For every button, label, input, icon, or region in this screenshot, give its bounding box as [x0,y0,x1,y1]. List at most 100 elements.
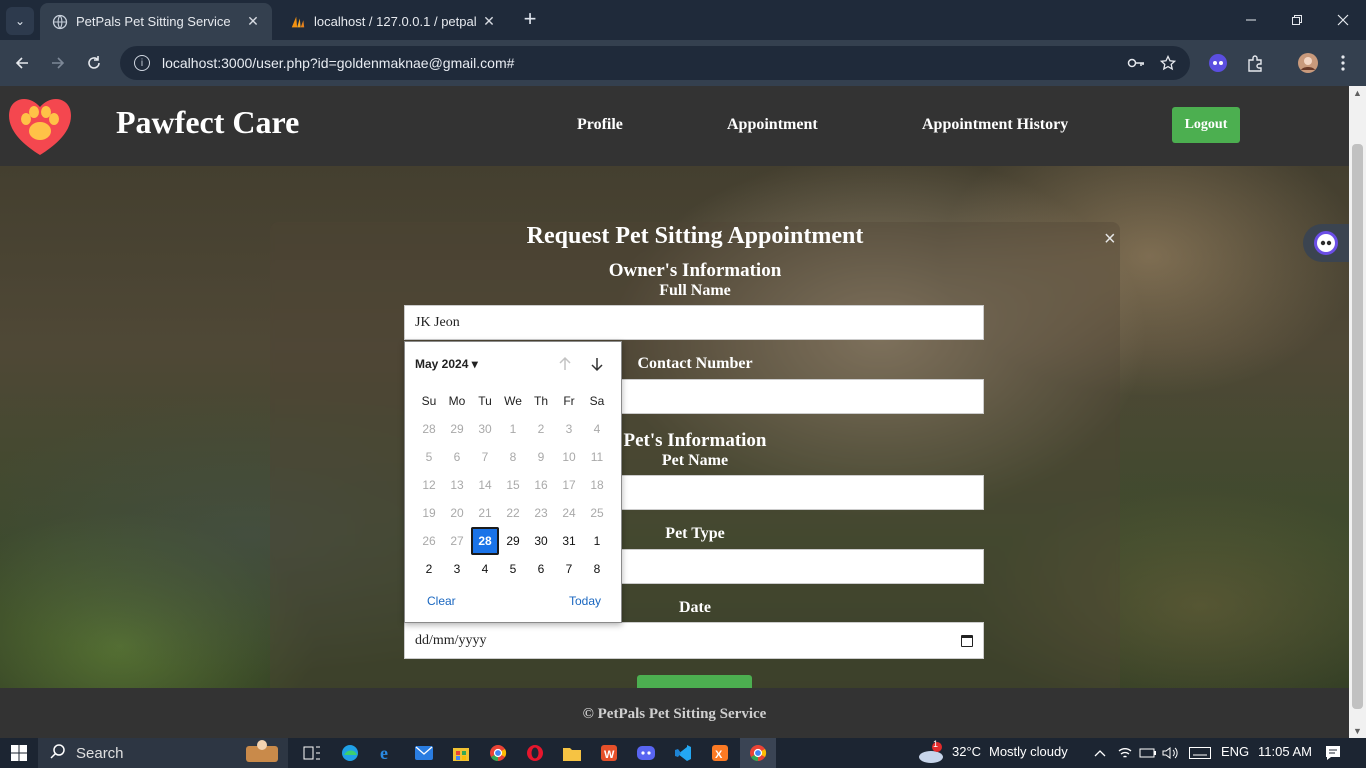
battery-icon[interactable] [1139,741,1157,765]
browser-menu-icon[interactable] [1330,50,1356,76]
scrollbar-thumb[interactable] [1352,144,1363,709]
calendar-day-cell[interactable]: 29 [443,415,471,443]
calendar-day-cell[interactable]: 19 [415,499,443,527]
calendar-day-cell[interactable]: 10 [555,443,583,471]
file-explorer-icon[interactable] [560,741,584,765]
profile-avatar-icon[interactable] [1295,50,1321,76]
calendar-day-cell[interactable]: 30 [471,415,499,443]
calendar-day-cell[interactable]: 18 [583,471,611,499]
close-tab-icon[interactable]: ✕ [478,13,500,30]
calendar-day-cell[interactable]: 2 [415,555,443,583]
calendar-day-cell[interactable]: 23 [527,499,555,527]
back-arrow-icon[interactable] [8,49,36,77]
calendar-day-cell[interactable]: 5 [499,555,527,583]
close-tab-icon[interactable]: ✕ [242,13,264,30]
calendar-day-cell[interactable]: 4 [471,555,499,583]
chrome-icon[interactable] [486,741,510,765]
taskbar-search-box[interactable]: Search [38,738,288,768]
calendar-day-cell[interactable]: 12 [415,471,443,499]
restore-icon[interactable] [1274,0,1320,40]
edge-icon[interactable] [338,741,362,765]
calendar-day-cell[interactable]: 5 [415,443,443,471]
calendar-day-cell[interactable]: 1 [583,527,611,555]
forward-arrow-icon[interactable] [44,49,72,77]
calendar-day-cell[interactable]: 2 [527,415,555,443]
bookmark-star-icon[interactable] [1154,46,1182,80]
selected-day-cell[interactable]: 28 [471,527,499,555]
site-info-icon[interactable]: i [134,55,150,71]
discord-icon[interactable] [634,741,658,765]
calendar-day-cell[interactable]: 24 [555,499,583,527]
tab-petpals[interactable]: PetPals Pet Sitting Service ✕ [40,3,272,40]
calendar-day-cell[interactable]: 31 [555,527,583,555]
close-modal-icon[interactable]: × [1104,228,1116,251]
calendar-day-cell[interactable]: 7 [471,443,499,471]
logout-button[interactable]: Logout [1172,107,1240,143]
nav-appointment[interactable]: Appointment [727,116,818,134]
keyboard-icon[interactable] [1187,741,1213,765]
calendar-day-cell[interactable]: 8 [583,555,611,583]
calendar-day-cell[interactable]: 1 [499,415,527,443]
extensions-puzzle-icon[interactable] [1242,50,1268,76]
calendar-day-cell[interactable]: 6 [443,443,471,471]
tab-search-chevron-icon[interactable]: ⌄ [6,7,34,35]
windows-start-icon[interactable] [8,741,30,765]
calendar-day-cell[interactable]: 17 [555,471,583,499]
nav-profile[interactable]: Profile [577,116,623,134]
calendar-day-cell[interactable]: 27 [443,527,471,555]
calendar-day-cell[interactable]: 3 [555,415,583,443]
calendar-day-cell[interactable]: 30 [527,527,555,555]
calendar-day-cell[interactable]: 6 [527,555,555,583]
calendar-day-cell[interactable]: 15 [499,471,527,499]
scroll-up-arrow-icon[interactable]: ▲ [1353,88,1362,98]
calendar-day-cell[interactable]: 25 [583,499,611,527]
weather-cloud-icon[interactable] [916,741,946,765]
calendar-icon[interactable] [961,634,973,647]
internet-explorer-icon[interactable]: e [375,741,399,765]
reload-icon[interactable] [80,49,108,77]
calendar-day-cell[interactable]: 7 [555,555,583,583]
password-key-icon[interactable] [1122,46,1150,80]
task-view-icon[interactable] [300,741,324,765]
calendar-day-cell[interactable]: 26 [415,527,443,555]
nav-appointment-history[interactable]: Appointment History [922,116,1068,134]
calendar-day-cell[interactable]: 16 [527,471,555,499]
weather-description[interactable]: Mostly cloudy [989,744,1068,759]
clear-date-link[interactable]: Clear [427,594,456,608]
calendar-day-cell[interactable]: 4 [583,415,611,443]
mail-icon[interactable] [412,741,436,765]
calendar-day-cell[interactable]: 20 [443,499,471,527]
calendar-day-cell[interactable]: 29 [499,527,527,555]
calendar-day-cell[interactable]: 3 [443,555,471,583]
calendar-day-cell[interactable]: 8 [499,443,527,471]
calendar-day-cell[interactable]: 9 [527,443,555,471]
volume-icon[interactable] [1162,741,1180,765]
calendar-day-cell[interactable]: 28 [415,415,443,443]
weather-temperature[interactable]: 32°C [952,744,981,759]
today-date-link[interactable]: Today [569,594,601,608]
calendar-day-cell[interactable]: 14 [471,471,499,499]
wifi-icon[interactable] [1116,741,1134,765]
close-window-icon[interactable] [1320,0,1366,40]
language-indicator[interactable]: ENG [1221,744,1249,759]
minimize-icon[interactable] [1228,0,1274,40]
clock-time[interactable]: 11:05 AM [1258,744,1312,759]
scroll-down-arrow-icon[interactable]: ▼ [1353,726,1362,736]
store-icon[interactable] [449,741,473,765]
tray-chevron-up-icon[interactable] [1092,741,1108,765]
notification-icon[interactable] [1322,741,1344,765]
next-month-arrow-icon[interactable] [585,352,609,376]
month-year-selector[interactable]: May 2024 ▾ [415,357,478,371]
side-assistant-widget[interactable] [1303,224,1349,262]
calendar-day-cell[interactable]: 13 [443,471,471,499]
xampp-icon[interactable]: X [708,741,732,765]
calendar-day-cell[interactable]: 21 [471,499,499,527]
chrome-active-icon[interactable] [740,738,776,768]
previous-month-arrow-icon[interactable] [553,352,577,376]
opera-icon[interactable] [523,741,547,765]
full-name-field[interactable]: JK Jeon [404,305,984,340]
office-app-icon[interactable]: W [597,741,621,765]
page-scrollbar[interactable]: ▲ ▼ [1349,86,1366,738]
date-field[interactable]: dd/mm/yyyy [404,622,984,659]
calendar-day-cell[interactable]: 11 [583,443,611,471]
